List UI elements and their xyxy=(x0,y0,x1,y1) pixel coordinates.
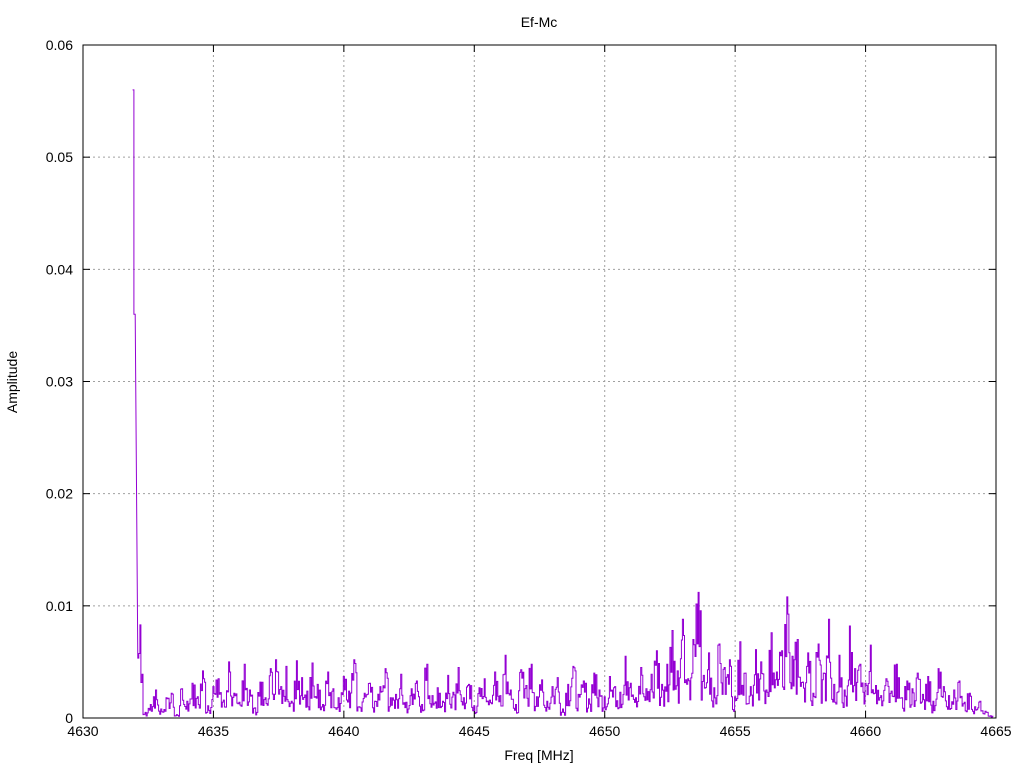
x-tick-label: 4645 xyxy=(459,723,490,739)
x-tick-label: 4655 xyxy=(720,723,751,739)
grid xyxy=(83,45,996,718)
y-tick-label: 0.06 xyxy=(46,37,73,53)
y-tick-label: 0.05 xyxy=(46,149,73,165)
y-tick-label: 0.03 xyxy=(46,374,73,390)
y-axis-label: Amplitude xyxy=(4,351,20,413)
chart-title: Ef-Mc xyxy=(521,14,558,30)
series-line-ef-mc xyxy=(132,89,994,718)
x-tick-label: 4665 xyxy=(980,723,1011,739)
x-axis-label: Freq [MHz] xyxy=(504,747,573,763)
y-tick-label: 0.01 xyxy=(46,598,73,614)
y-tick-label: 0 xyxy=(65,710,73,726)
x-tick-label: 4650 xyxy=(589,723,620,739)
y-tick-label: 0.02 xyxy=(46,486,73,502)
y-tick-label: 0.04 xyxy=(46,261,73,277)
chart: 4630 4635 4640 4645 4650 4655 4660 466500.010.0… xyxy=(4,14,1012,763)
x-tick-label: 4660 xyxy=(850,723,881,739)
x-tick-label: 4640 xyxy=(328,723,359,739)
x-tick-label: 4635 xyxy=(198,723,229,739)
ticks: 4630 4635 4640 4645 4650 4655 4660 466500.010.0… xyxy=(46,37,1012,739)
